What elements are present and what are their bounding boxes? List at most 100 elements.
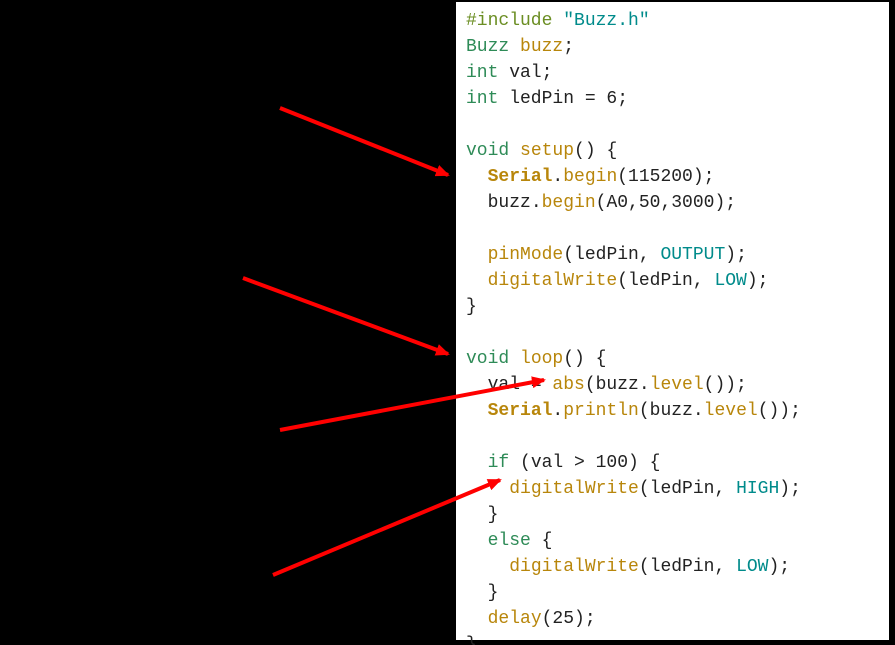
args-close: ); <box>768 557 790 577</box>
indent <box>466 453 488 473</box>
dot: . <box>552 167 563 187</box>
code-line-13 <box>466 323 477 343</box>
brace-close: } <box>488 505 499 525</box>
type-int: int <box>466 63 498 83</box>
stage: #include "Buzz.h" Buzz buzz; int val; in… <box>0 0 895 645</box>
args-open: (ledPin, <box>639 479 736 499</box>
code-line-07: Serial.begin(115200); <box>466 167 714 187</box>
code-line-23: } <box>466 583 498 603</box>
args-open: (ledPin, <box>563 245 660 265</box>
indent <box>466 505 488 525</box>
fn-pinmode: pinMode <box>488 245 564 265</box>
fn-delay: delay <box>488 609 542 629</box>
indent <box>466 609 488 629</box>
args-open: (buzz. <box>585 375 650 395</box>
decl-ledpin: ledPin = 6; <box>498 89 628 109</box>
space <box>509 141 520 161</box>
obj-serial: Serial <box>488 401 553 421</box>
space <box>509 349 520 369</box>
code-line-12: } <box>466 297 477 317</box>
args-close: ()); <box>758 401 801 421</box>
indent <box>466 271 488 291</box>
fn-begin: begin <box>542 193 596 213</box>
type-buzz: Buzz <box>466 37 509 57</box>
args-close: ()); <box>704 375 747 395</box>
code-line-22: digitalWrite(ledPin, LOW); <box>466 557 790 577</box>
code-line-17 <box>466 427 477 447</box>
code-line-02: Buzz buzz; <box>466 37 574 57</box>
fn-level: level <box>704 401 758 421</box>
obj-serial: Serial <box>488 167 553 187</box>
kw-void: void <box>466 141 509 161</box>
code-line-04: int ledPin = 6; <box>466 89 628 109</box>
kw-void: void <box>466 349 509 369</box>
obj-buzz: buzz. <box>488 193 542 213</box>
args-close: ); <box>779 479 801 499</box>
var-buzz: buzz <box>520 37 563 57</box>
fn-setup: setup <box>520 141 574 161</box>
brace-open: () { <box>563 349 606 369</box>
code-line-15: val = abs(buzz.level()); <box>466 375 747 395</box>
fn-digitalwrite: digitalWrite <box>509 557 639 577</box>
include-directive: #include <box>466 11 563 31</box>
code-line-10: pinMode(ledPin, OUTPUT); <box>466 245 747 265</box>
code-line-21: else { <box>466 531 552 551</box>
indent <box>466 583 488 603</box>
indent <box>466 479 509 499</box>
code-line-18: if (val > 100) { <box>466 453 660 473</box>
brace-close: } <box>488 583 499 603</box>
fn-level: level <box>650 375 704 395</box>
const-output: OUTPUT <box>660 245 725 265</box>
arrow-2 <box>243 278 448 354</box>
fn-digitalwrite: digitalWrite <box>488 271 618 291</box>
indent <box>466 375 488 395</box>
indent <box>466 401 488 421</box>
arrow-1 <box>280 108 448 175</box>
code-line-06: void setup() { <box>466 141 617 161</box>
code-line-14: void loop() { <box>466 349 606 369</box>
args: (115200); <box>617 167 714 187</box>
decl-val: val; <box>498 63 552 83</box>
args-open: (buzz. <box>639 401 704 421</box>
indent <box>466 245 488 265</box>
const-low: LOW <box>714 271 746 291</box>
args-close: ); <box>725 245 747 265</box>
code-line-01: #include "Buzz.h" <box>466 11 650 31</box>
kw-else: else <box>488 531 531 551</box>
semicolon: ; <box>563 37 574 57</box>
code-line-11: digitalWrite(ledPin, LOW); <box>466 271 768 291</box>
include-header: "Buzz.h" <box>563 11 649 31</box>
args-open: (ledPin, <box>639 557 736 577</box>
dot: . <box>552 401 563 421</box>
code-line-20: } <box>466 505 498 525</box>
const-low: LOW <box>736 557 768 577</box>
indent <box>466 193 488 213</box>
condition: (val > 100) { <box>509 453 660 473</box>
space <box>509 37 520 57</box>
fn-loop: loop <box>520 349 563 369</box>
indent <box>466 557 509 577</box>
code-line-16: Serial.println(buzz.level()); <box>466 401 801 421</box>
kw-if: if <box>488 453 510 473</box>
fn-digitalwrite: digitalWrite <box>509 479 639 499</box>
code-line-24: delay(25); <box>466 609 596 629</box>
code-line-25: } <box>466 635 477 645</box>
fn-println: println <box>563 401 639 421</box>
code-line-03: int val; <box>466 63 552 83</box>
code-line-05 <box>466 115 477 135</box>
args: (A0,50,3000); <box>596 193 736 213</box>
const-high: HIGH <box>736 479 779 499</box>
indent <box>466 167 488 187</box>
args-close: ); <box>747 271 769 291</box>
args: (25); <box>542 609 596 629</box>
assign: val = <box>488 375 553 395</box>
type-int: int <box>466 89 498 109</box>
indent <box>466 531 488 551</box>
code-line-19: digitalWrite(ledPin, HIGH); <box>466 479 801 499</box>
brace-open: () { <box>574 141 617 161</box>
code-panel: #include "Buzz.h" Buzz buzz; int val; in… <box>454 0 891 642</box>
fn-abs: abs <box>552 375 584 395</box>
code-line-08: buzz.begin(A0,50,3000); <box>466 193 736 213</box>
code-line-09 <box>466 219 477 239</box>
brace-open: { <box>531 531 553 551</box>
